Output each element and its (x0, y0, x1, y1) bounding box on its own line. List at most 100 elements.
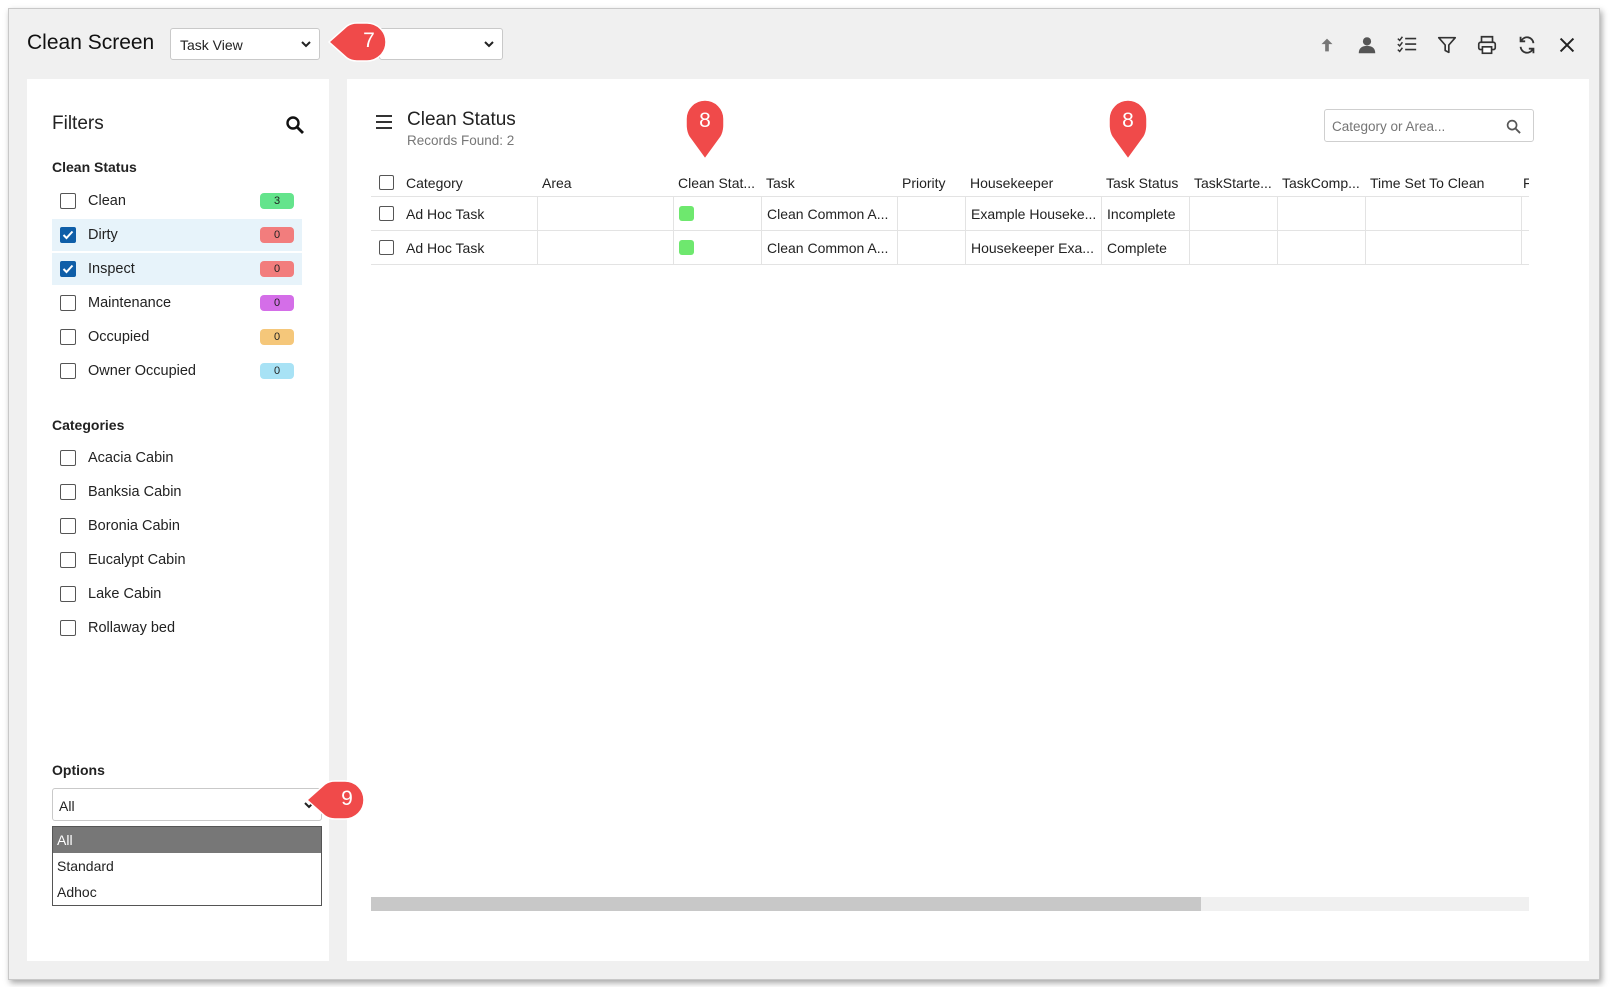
checkbox[interactable] (60, 620, 76, 636)
table-row[interactable]: Ad Hoc Task Clean Common A... Example Hous… (371, 197, 1529, 231)
close-icon (1559, 37, 1575, 53)
col-header-time-set-to-clean[interactable]: Time Set To Clean (1365, 169, 1521, 196)
task-list-button[interactable] (1395, 33, 1419, 57)
clean-status-label: Dirty (88, 227, 118, 243)
cell-category: Ad Hoc Task (406, 239, 485, 256)
checkbox[interactable] (60, 552, 76, 568)
cell-task-status: Complete (1101, 231, 1189, 264)
cell-more (1521, 231, 1529, 264)
options-select[interactable]: All (52, 788, 322, 821)
search-icon[interactable] (285, 115, 305, 135)
refresh-button[interactable] (1515, 33, 1539, 57)
col-header-task-status[interactable]: Task Status (1101, 169, 1189, 196)
view-select[interactable]: Task View (170, 28, 320, 60)
category-search-box (1324, 109, 1534, 142)
col-header-clean-status[interactable]: Clean Stat... (673, 169, 761, 196)
checkbox[interactable] (60, 586, 76, 602)
option-adhoc[interactable]: Adhoc (53, 879, 321, 905)
callout-8-number: 8 (699, 109, 711, 132)
callout-9: 9 (305, 778, 367, 822)
cell-task-completed (1277, 231, 1365, 264)
checkbox[interactable] (60, 193, 76, 209)
clean-status-maintenance[interactable]: Maintenance 0 (52, 287, 302, 319)
cell-priority (897, 197, 965, 230)
status-count-badge: 0 (260, 329, 294, 345)
chevron-down-icon (484, 41, 494, 48)
user-icon (1358, 37, 1376, 54)
checkbox[interactable] (60, 295, 76, 311)
search-icon[interactable] (1506, 119, 1521, 134)
category-rollaway-bed[interactable]: Rollaway bed (52, 612, 302, 644)
col-header-housekeeper[interactable]: Housekeeper (965, 169, 1101, 196)
status-count-badge: 0 (260, 227, 294, 243)
horizontal-scrollbar[interactable] (371, 897, 1529, 911)
view-select-value: Task View (180, 37, 243, 53)
checkmark-icon (62, 230, 74, 240)
callout-8-clean-status: 8 (683, 97, 727, 161)
checkbox[interactable] (60, 518, 76, 534)
options-dropdown-list: All Standard Adhoc (52, 826, 322, 906)
category-eucalypt-cabin[interactable]: Eucalypt Cabin (52, 544, 302, 576)
option-all[interactable]: All (53, 827, 321, 853)
row-checkbox[interactable] (379, 206, 394, 221)
app-title: Clean Screen (27, 31, 155, 54)
clean-status-indicator (679, 240, 694, 255)
cell-task-completed (1277, 197, 1365, 230)
cell-clean-status (673, 231, 761, 264)
col-header-area[interactable]: Area (537, 169, 673, 196)
assign-user-button[interactable] (1355, 33, 1379, 57)
print-icon (1477, 35, 1497, 55)
col-header-category[interactable]: Category (401, 169, 537, 196)
checkbox[interactable] (60, 484, 76, 500)
checkbox[interactable] (60, 450, 76, 466)
cell-housekeeper: Housekeeper Exa... (965, 231, 1101, 264)
callout-8b-number: 8 (1122, 109, 1134, 132)
clean-status-clean[interactable]: Clean 3 (52, 185, 302, 217)
clean-status-title: Clean Status (52, 159, 137, 175)
row-checkbox[interactable] (379, 240, 394, 255)
cell-task: Clean Common A... (761, 231, 897, 264)
cell-clean-status (673, 197, 761, 230)
checkbox[interactable] (60, 329, 76, 345)
category-banksia-cabin[interactable]: Banksia Cabin (52, 476, 302, 508)
close-button[interactable] (1555, 33, 1579, 57)
col-header-more[interactable]: F (1521, 169, 1529, 196)
category-label: Lake Cabin (88, 586, 162, 602)
clean-status-dirty[interactable]: Dirty 0 (52, 219, 302, 251)
arrow-up-icon (1321, 38, 1333, 52)
clean-status-occupied[interactable]: Occupied 0 (52, 321, 302, 353)
option-standard[interactable]: Standard (53, 853, 321, 879)
clean-status-label: Owner Occupied (88, 363, 196, 379)
scrollbar-thumb[interactable] (371, 897, 1201, 911)
col-header-priority[interactable]: Priority (897, 169, 965, 196)
options-select-value: All (59, 798, 75, 814)
clean-status-panel: Clean Status Records Found: 2 Category A… (347, 79, 1589, 961)
print-button[interactable] (1475, 33, 1499, 57)
category-label: Rollaway bed (88, 620, 176, 636)
secondary-select[interactable] (379, 28, 503, 60)
move-up-button[interactable] (1315, 33, 1339, 57)
col-header-task[interactable]: Task (761, 169, 897, 196)
checkbox[interactable] (60, 363, 76, 379)
clean-status-grid: Category Area Clean Stat... Task Priorit… (371, 169, 1529, 265)
clean-status-owner-occupied[interactable]: Owner Occupied 0 (52, 355, 302, 387)
filter-button[interactable] (1435, 33, 1459, 57)
clean-status-label: Clean (88, 193, 126, 209)
clean-status-inspect[interactable]: Inspect 0 (52, 253, 302, 285)
clean-status-label: Maintenance (88, 295, 172, 311)
status-count-badge: 0 (260, 363, 294, 379)
category-lake-cabin[interactable]: Lake Cabin (52, 578, 302, 610)
table-row[interactable]: Ad Hoc Task Clean Common A... Housekeeper … (371, 231, 1529, 265)
category-search-input[interactable] (1332, 116, 1497, 136)
cell-area (537, 231, 673, 264)
category-boronia-cabin[interactable]: Boronia Cabin (52, 510, 302, 542)
select-all-checkbox[interactable] (379, 175, 394, 190)
checkbox[interactable] (60, 227, 76, 243)
col-header-task-started[interactable]: TaskStarte... (1189, 169, 1277, 196)
col-header-task-completed[interactable]: TaskComp... (1277, 169, 1365, 196)
category-acacia-cabin[interactable]: Acacia Cabin (52, 442, 302, 474)
checkbox[interactable] (60, 261, 76, 277)
callout-8-task-status: 8 (1106, 97, 1150, 161)
cell-more (1521, 197, 1529, 230)
menu-icon[interactable] (375, 114, 393, 130)
